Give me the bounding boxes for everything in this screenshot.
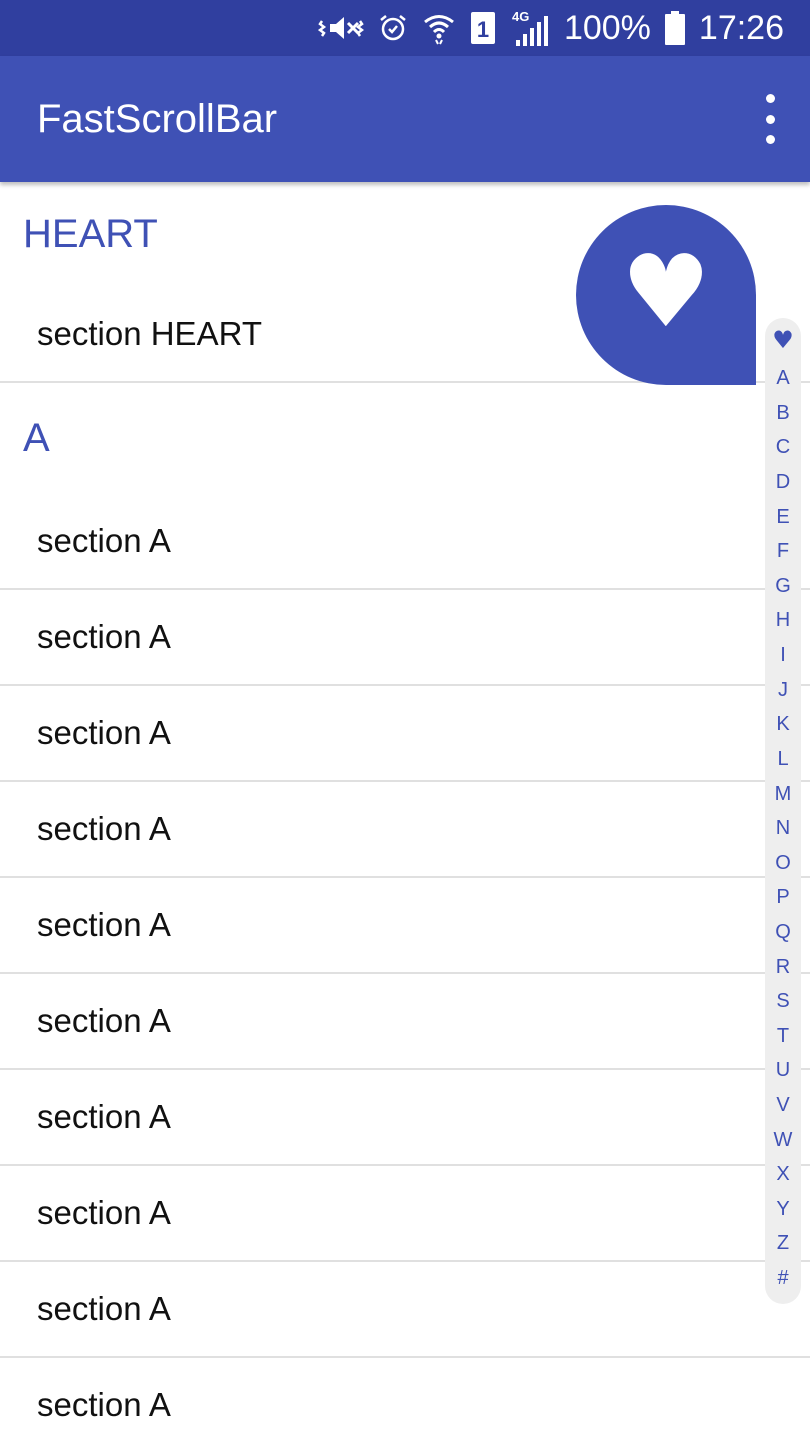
index-letter[interactable]: U bbox=[765, 1058, 801, 1082]
list-item[interactable]: section A bbox=[0, 1070, 810, 1166]
list-item[interactable]: section A bbox=[0, 493, 810, 590]
list-item[interactable]: section A bbox=[0, 1262, 810, 1358]
wifi-icon bbox=[422, 0, 456, 56]
index-letter[interactable]: N bbox=[765, 816, 801, 840]
index-letter[interactable]: J bbox=[765, 678, 801, 702]
index-letter[interactable]: K bbox=[765, 712, 801, 736]
index-letter[interactable]: I bbox=[765, 643, 801, 667]
index-letter[interactable]: Z bbox=[765, 1231, 801, 1255]
list-item[interactable]: section A bbox=[0, 686, 810, 782]
index-heart-icon[interactable]: ♥ bbox=[765, 328, 801, 352]
index-letter[interactable]: C bbox=[765, 435, 801, 459]
index-letter[interactable]: W bbox=[765, 1128, 801, 1152]
more-dot bbox=[765, 114, 775, 124]
status-bar-icons: 1 4G 100% 17:26 bbox=[317, 0, 784, 56]
heart-icon: ♥ bbox=[621, 233, 711, 350]
index-letter[interactable]: S bbox=[765, 989, 801, 1013]
index-letter[interactable]: X bbox=[765, 1162, 801, 1186]
alarm-icon bbox=[378, 0, 408, 56]
status-bar: 1 4G 100% 17:26 bbox=[0, 0, 810, 56]
sim-number: 1 bbox=[477, 17, 489, 42]
signal-icon: 4G bbox=[510, 0, 550, 56]
battery-icon bbox=[664, 0, 685, 56]
index-letter[interactable]: B bbox=[765, 401, 801, 425]
more-vert-icon[interactable] bbox=[760, 94, 780, 144]
index-letter[interactable]: H bbox=[765, 608, 801, 632]
index-letter[interactable]: P bbox=[765, 885, 801, 909]
list-item[interactable]: section A bbox=[0, 782, 810, 878]
fast-scroll-index-bar[interactable]: ♥ A B C D E F G H I J K L M N O P Q R S … bbox=[765, 318, 801, 1304]
index-letter[interactable]: Y bbox=[765, 1197, 801, 1221]
index-letter[interactable]: R bbox=[765, 955, 801, 979]
list-item[interactable]: section A bbox=[0, 1166, 810, 1262]
index-letter[interactable]: G bbox=[765, 574, 801, 598]
index-letter[interactable]: F bbox=[765, 539, 801, 563]
battery-percent: 100% bbox=[563, 9, 651, 47]
list-item[interactable]: section A bbox=[0, 1358, 810, 1440]
list-item[interactable]: section A bbox=[0, 590, 810, 686]
list-item[interactable]: section A bbox=[0, 878, 810, 974]
index-letter[interactable]: T bbox=[765, 1024, 801, 1048]
index-letter[interactable]: # bbox=[765, 1266, 801, 1290]
index-letter[interactable]: D bbox=[765, 470, 801, 494]
sim-icon: 1 bbox=[470, 0, 496, 56]
app-toolbar: FastScrollBar bbox=[0, 56, 810, 182]
index-letter[interactable]: O bbox=[765, 851, 801, 875]
index-letter[interactable]: A bbox=[765, 366, 801, 390]
network-type-label: 4G bbox=[512, 9, 529, 24]
list-item[interactable]: section A bbox=[0, 974, 810, 1070]
index-letter[interactable]: Q bbox=[765, 920, 801, 944]
index-letter[interactable]: M bbox=[765, 782, 801, 806]
index-letter[interactable]: E bbox=[765, 505, 801, 529]
vibrate-mute-icon bbox=[317, 0, 364, 56]
clock: 17:26 bbox=[698, 9, 784, 47]
index-letter[interactable]: L bbox=[765, 747, 801, 771]
app-title: FastScrollBar bbox=[37, 97, 278, 141]
index-letter[interactable]: V bbox=[765, 1093, 801, 1117]
section-header: A bbox=[23, 415, 50, 460]
section-indicator-bubble: ♥ bbox=[576, 205, 756, 385]
more-dot bbox=[765, 135, 775, 144]
more-dot bbox=[765, 94, 775, 103]
